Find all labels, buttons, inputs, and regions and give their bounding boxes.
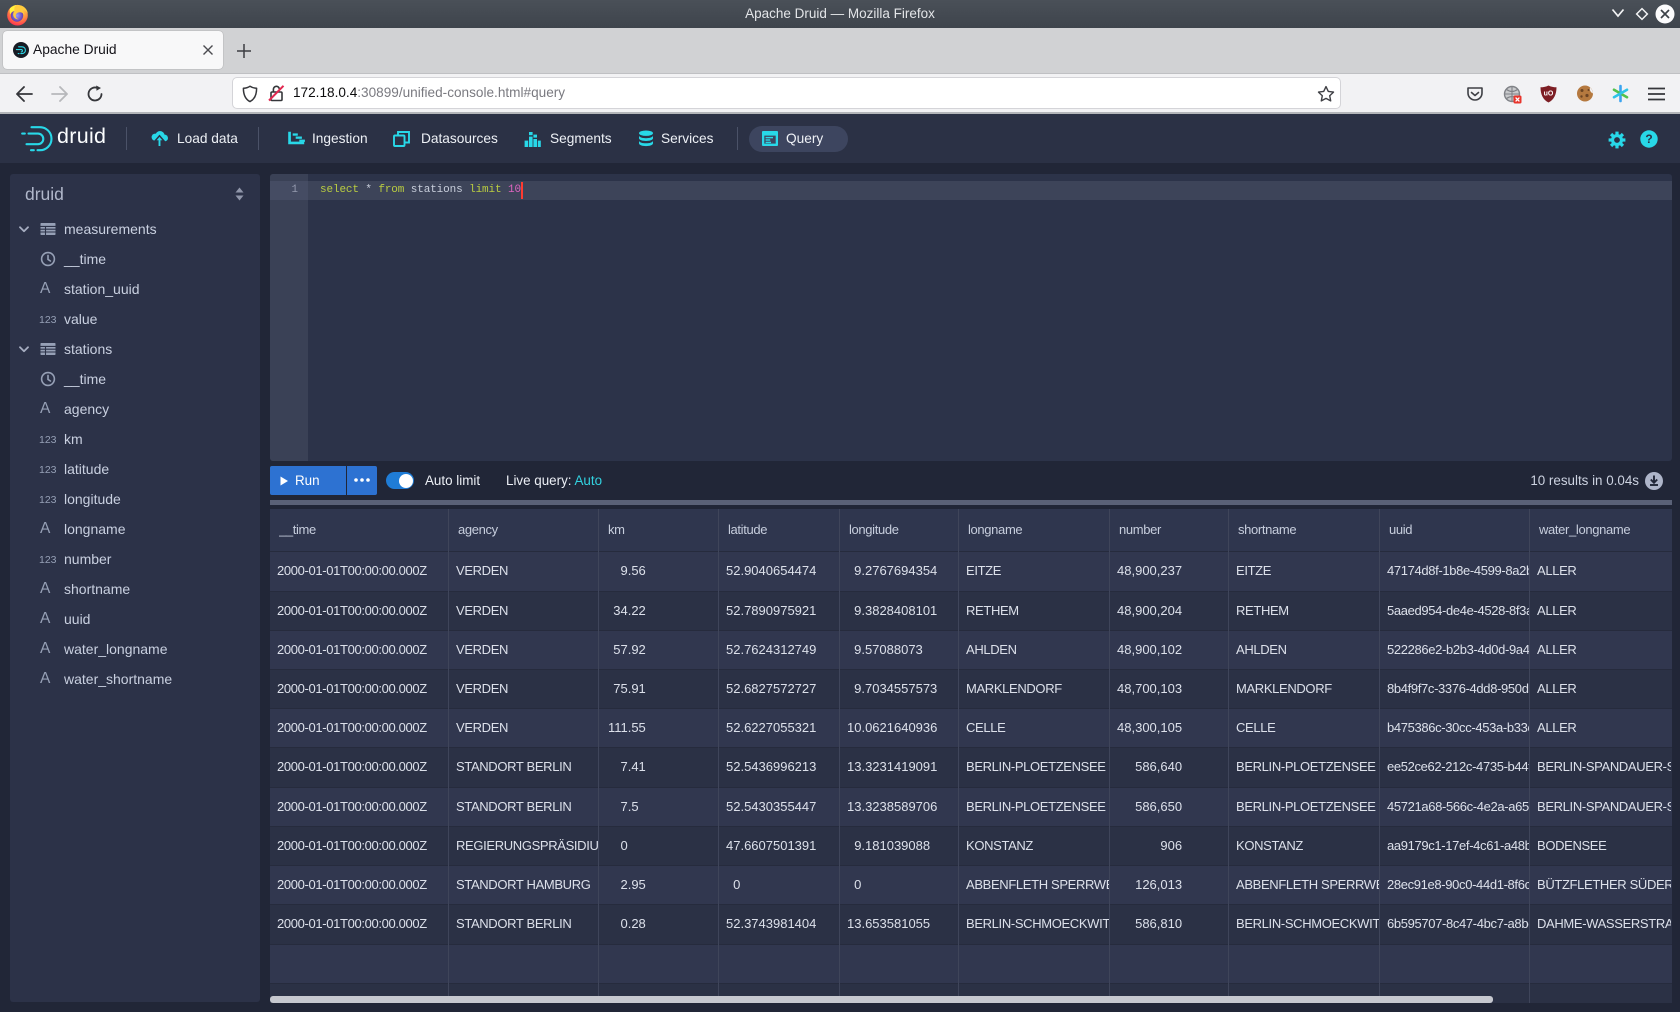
svg-text:?: ?	[1645, 132, 1652, 146]
svg-text:uO: uO	[1544, 91, 1554, 98]
